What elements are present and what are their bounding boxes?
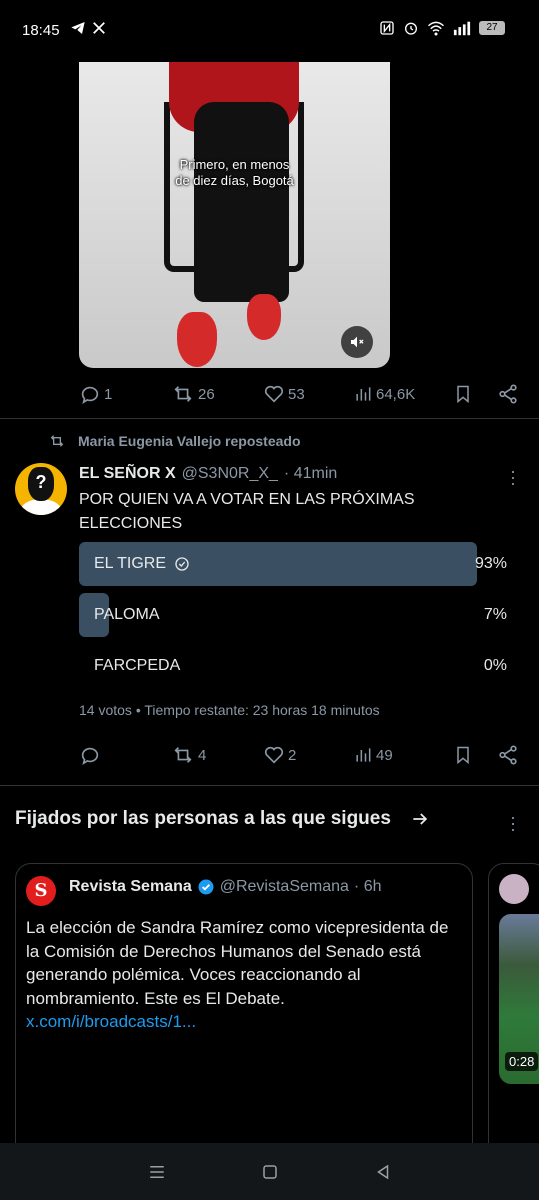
battery-icon: 27 [479,21,505,35]
wifi-icon [427,21,445,36]
bookmark-button[interactable] [453,383,497,405]
card-header: Revista Semana @RevistaSemana · 6h [69,878,382,896]
repost-icon [174,747,192,763]
avatar-shirt [21,499,61,515]
author-name[interactable]: Revista Semana [69,878,192,896]
alarm-icon [405,22,417,35]
repost-count: 26 [198,385,215,403]
more-options-icon[interactable]: · · · [510,808,516,838]
share-icon [499,384,517,404]
like-button[interactable]: 53 [263,383,353,405]
avatar[interactable]: ? [15,463,67,515]
poll-option-percent: 0% [483,657,507,674]
bookmark-button[interactable] [453,744,497,766]
views-count: 64,6K [376,385,416,403]
poll-option[interactable]: PALOMA 7% [79,593,507,637]
poll-option-percent: 93% [474,555,507,572]
pinned-tweet-card[interactable]: S Revista Semana @RevistaSemana · 6h La … [15,863,473,1163]
arrow-right-icon [413,813,428,825]
heart-icon [264,385,284,403]
reply-count: 1 [104,385,113,403]
share-icon [499,745,517,765]
verified-badge-icon [198,879,214,895]
views-button[interactable]: 64,6K [353,384,453,404]
views-icon [356,748,371,762]
author-handle[interactable]: @S3N0R_X_ [182,465,278,483]
home-icon[interactable] [261,1163,279,1181]
video-shoe [247,294,281,340]
share-button[interactable] [497,383,519,405]
check-circle-icon [175,557,189,571]
poll-option-label: EL TIGRE [94,555,167,572]
card-text: La elección de Sandra Ramírez como vicep… [26,916,456,1034]
nfc-icon [380,21,394,35]
card-link[interactable]: x.com/i/broadcasts/1... [26,1012,196,1031]
divider [0,418,539,419]
divider [0,785,539,786]
repost-context-label: Maria Eugenia Vallejo reposteado [78,433,301,449]
author-handle[interactable]: @RevistaSemana [220,878,349,896]
author-name[interactable]: EL SEÑOR X [79,465,176,483]
views-button[interactable]: 49 [353,745,453,765]
recents-icon[interactable] [148,1164,166,1180]
mute-button[interactable] [341,326,373,358]
views-icon [356,387,371,401]
status-time: 18:45 [22,22,60,39]
status-bar: 18:45 27 [0,0,539,60]
reply-icon [81,747,99,766]
section-title: Fijados por las personas a las que sigue… [15,808,391,829]
repost-icon [174,386,192,402]
poll-option-label: PALOMA [94,606,160,623]
speaker-muted-icon [351,336,364,348]
video-person-body [194,102,289,302]
tweet-header: EL SEÑOR X @S3N0R_X_ · 41min [79,465,337,483]
repost-button[interactable]: 26 [171,383,263,405]
share-button[interactable] [497,744,519,766]
pinned-tweet-card[interactable]: 0:28 [488,863,539,1163]
tweet-actions: 4 2 49 [79,743,519,767]
repost-context[interactable]: Maria Eugenia Vallejo reposteado [48,433,301,449]
like-count: 53 [288,385,305,403]
video-shoe [177,312,217,367]
poll-option-label: FARCPEDA [94,657,181,674]
views-count: 49 [376,746,393,764]
semana-logo: S [26,876,56,906]
card-body-text: La elección de Sandra Ramírez como vicep… [26,918,449,1008]
tweet-text: POR QUIEN VA A VOTAR EN LAS PRÓXIMAS ELE… [79,491,415,532]
video-caption-line: de diez días, Bogotá [175,173,294,188]
system-nav-bar [0,1143,539,1200]
poll-option[interactable]: EL TIGRE 93% [79,542,507,586]
signal-icon [453,21,471,36]
video-caption-line: Primero, en menos [179,157,290,172]
heart-icon [264,746,284,764]
reply-button[interactable] [79,744,171,766]
section-header[interactable]: Fijados por las personas a las que sigue… [15,808,431,830]
tweet-time: · 41min [283,465,338,482]
bookmark-icon [457,385,469,404]
reply-icon [81,386,99,405]
poll-option[interactable]: FARCPEDA 0% [79,644,507,688]
more-options-icon[interactable]: · · · [510,462,516,492]
bookmark-icon [457,746,469,765]
video-caption: Primero, en menos de diez días, Bogotá [79,157,390,189]
reply-button[interactable]: 1 [79,383,171,405]
avatar-question-icon: ? [28,467,54,501]
video-duration: 0:28 [505,1052,539,1071]
tweet-actions: 1 26 53 64,6K [79,382,519,406]
tweet-time: · 6h [353,878,382,895]
repost-icon [50,435,64,447]
repost-count: 4 [198,746,207,764]
poll-option-percent: 7% [483,606,507,623]
avatar[interactable] [499,874,529,904]
like-count: 2 [288,746,297,764]
telegram-icon [71,22,85,34]
x-logo-icon [93,22,105,34]
repost-button[interactable]: 4 [171,744,263,766]
back-icon[interactable] [374,1163,392,1181]
like-button[interactable]: 2 [263,744,353,766]
poll-meta: 14 votos • Tiempo restante: 23 horas 18 … [79,702,380,718]
video-player[interactable]: Primero, en menos de diez días, Bogotá [79,62,390,368]
